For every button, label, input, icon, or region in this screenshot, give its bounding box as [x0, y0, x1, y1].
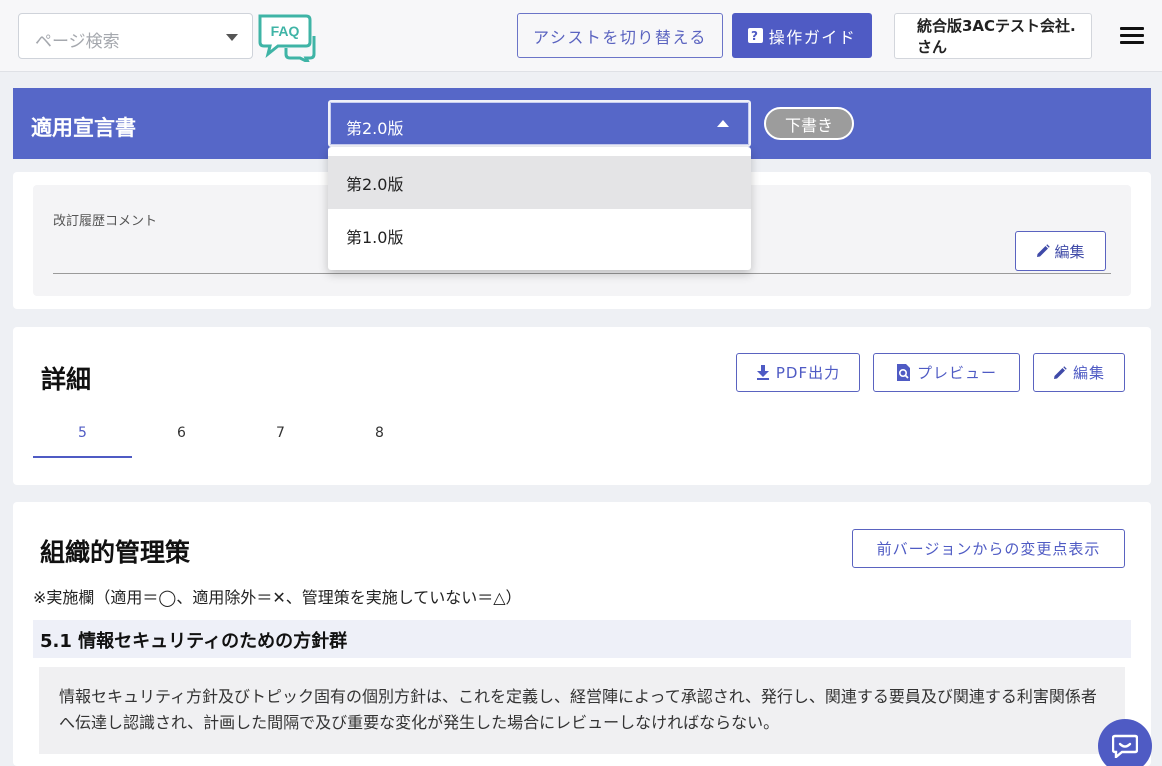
page-search-input[interactable]: ページ検索 — [18, 13, 253, 59]
chat-support-button[interactable] — [1098, 719, 1152, 766]
control-description: 情報セキュリティ方針及びトピック固有の個別方針は、これを定義し、経営陣によって承… — [39, 667, 1125, 754]
show-changes-button[interactable]: 前バージョンからの変更点表示 — [852, 529, 1125, 568]
organizational-controls-card: 組織的管理策 前バージョンからの変更点表示 ※実施欄（適用＝◯、適用除外＝✕、管… — [13, 502, 1151, 766]
download-icon — [756, 365, 769, 380]
version-select-value: 第2.0版 — [346, 119, 404, 138]
tab-8[interactable]: 8 — [330, 417, 429, 458]
faq-label: FAQ — [271, 23, 300, 39]
pencil-icon — [1053, 365, 1067, 379]
organizational-controls-heading: 組織的管理策 — [40, 538, 191, 567]
chevron-down-icon[interactable] — [226, 34, 238, 41]
version-option[interactable]: 第2.0版 — [328, 156, 751, 209]
details-heading: 詳細 — [41, 365, 92, 394]
edit-label: 編集 — [1072, 364, 1105, 382]
user-account-button[interactable]: 統合版3ACテスト会社.さん — [894, 13, 1092, 59]
edit-revision-comment-button[interactable]: 編集 — [1015, 231, 1106, 271]
version-dropdown-menu: 第2.0版 第1.0版 — [328, 147, 751, 270]
pencil-icon — [1037, 244, 1051, 257]
revision-comment-label: 改訂履歴コメント — [53, 214, 158, 229]
pdf-export-label: PDF出力 — [775, 364, 841, 382]
version-option[interactable]: 第1.0版 — [328, 209, 751, 262]
clause-tabs: 5 6 7 8 — [33, 417, 429, 458]
draft-status-badge: 下書き — [764, 107, 854, 140]
section-title: 5.1 情報セキュリティのための方針群 — [33, 620, 1131, 658]
search-placeholder: ページ検索 — [35, 32, 120, 52]
tab-7[interactable]: 7 — [231, 417, 330, 458]
preview-label: プレビュー — [916, 364, 997, 382]
faq-speech-bubbles-icon[interactable]: FAQ — [256, 12, 316, 62]
details-card: 詳細 PDF出力 プレビュー 編集 5 6 7 8 — [13, 327, 1151, 485]
operation-guide-button[interactable]: ? 操作ガイド — [732, 13, 872, 58]
pdf-export-button[interactable]: PDF出力 — [736, 353, 860, 392]
chat-bubble-icon — [1112, 734, 1138, 758]
version-select[interactable]: 第2.0版 — [328, 100, 751, 147]
app-header: ページ検索 FAQ アシストを切り替える ? 操作ガイド 統合版3ACテスト会社… — [0, 0, 1162, 72]
tab-5[interactable]: 5 — [33, 417, 132, 458]
edit-label: 編集 — [1054, 242, 1085, 261]
toggle-assist-button[interactable]: アシストを切り替える — [517, 13, 723, 58]
operation-guide-label: 操作ガイド — [768, 27, 857, 47]
document-search-icon — [896, 364, 910, 381]
chevron-up-icon — [717, 120, 729, 127]
question-icon: ? — [747, 28, 763, 43]
hamburger-menu-icon[interactable] — [1120, 27, 1144, 45]
edit-details-button[interactable]: 編集 — [1033, 353, 1125, 392]
page-title: 適用宣言書 — [31, 116, 136, 140]
preview-button[interactable]: プレビュー — [873, 353, 1020, 392]
tab-6[interactable]: 6 — [132, 417, 231, 458]
implementation-legend-note: ※実施欄（適用＝◯、適用除外＝✕、管理策を実施していない＝△） — [33, 588, 522, 607]
divider — [53, 273, 1111, 274]
